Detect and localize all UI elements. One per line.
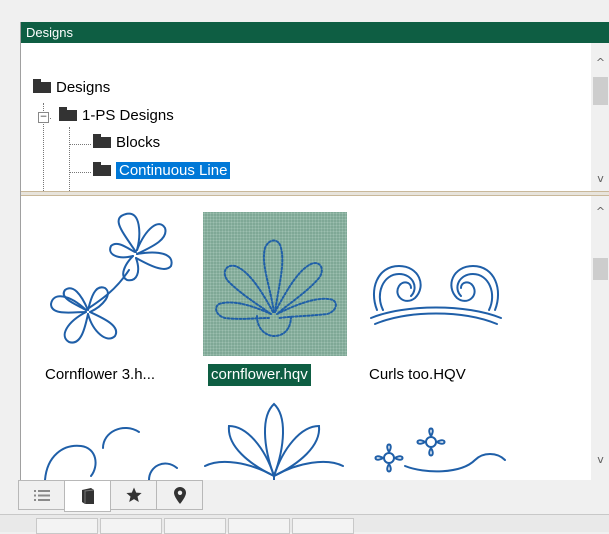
folder-icon [93,162,111,176]
design-tile-cornflower-3[interactable] [41,210,183,352]
cornflower-3-design-icon [49,212,173,344]
location-pin-icon [173,486,186,504]
panel-tab-strip [18,480,203,514]
toolbar-button[interactable] [292,518,354,534]
tree-item-continuous-line[interactable]: Continuous Line [93,160,231,182]
tree-guide-line [69,144,91,145]
tree-item-label: Designs [56,79,111,96]
design-caption: Curls too.HQV [369,366,466,383]
tree-guide-line [69,172,91,173]
design-tile-curls-too[interactable] [365,210,507,352]
book-icon [81,488,94,504]
design-tile-flower-vine[interactable] [365,422,507,480]
tree-item-1-ps-designs[interactable]: 1-PS Designs [59,105,174,127]
flower-design-icon [204,402,344,480]
tree-item-label: Continuous Line [116,162,231,179]
tab-list-view[interactable] [18,480,65,510]
panel-title: Designs [21,22,609,43]
tree-item-label: Blocks [116,134,161,151]
collapse-toggle[interactable]: − [38,112,49,123]
swirl-design-icon [44,427,178,480]
tab-favorites[interactable] [110,480,157,510]
bottom-toolbar [0,514,609,534]
scroll-down-icon[interactable]: v [591,452,609,468]
folder-tree: Designs − 1-PS Designs Blocks Continuous… [21,43,591,191]
tree-scrollbar[interactable]: ^ v [591,43,609,191]
design-tile-swirl[interactable] [41,406,183,480]
scroll-thumb[interactable] [593,258,608,280]
toolbar-button[interactable] [36,518,98,534]
design-thumbnail-grid: Cornflower 3.h... cornflower.hqv Curls t… [21,196,591,480]
folder-icon [33,79,51,93]
scroll-thumb[interactable] [593,77,608,105]
scroll-down-icon[interactable]: v [591,171,609,187]
grid-scrollbar[interactable]: ^ v [591,196,609,480]
tab-library[interactable] [64,480,111,512]
tree-item-blocks[interactable]: Blocks [93,132,160,154]
tab-locations[interactable] [156,480,203,510]
tree-guide-line [69,127,70,191]
scroll-up-icon[interactable]: ^ [591,204,609,220]
designs-panel: Designs Designs − 1-PS Designs Blocks Co… [20,22,609,480]
toolbar-button[interactable] [164,518,226,534]
design-caption: Cornflower 3.h... [45,366,156,383]
design-tile-flower[interactable] [203,396,345,480]
cornflower-design-icon [215,239,337,338]
design-caption-selected: cornflower.hqv [208,364,311,386]
design-tile-cornflower[interactable] [203,212,347,356]
scroll-up-icon[interactable]: ^ [591,55,609,71]
list-icon [33,489,50,501]
toolbar-button[interactable] [228,518,290,534]
folder-icon [59,107,77,121]
star-icon [125,487,142,502]
flower-vine-design-icon [374,427,506,473]
toolbar-button[interactable] [100,518,162,534]
tree-item-designs[interactable]: Designs [33,77,110,99]
curls-design-icon [370,264,502,325]
tree-item-label: 1-PS Designs [82,107,174,124]
folder-icon [93,134,111,148]
